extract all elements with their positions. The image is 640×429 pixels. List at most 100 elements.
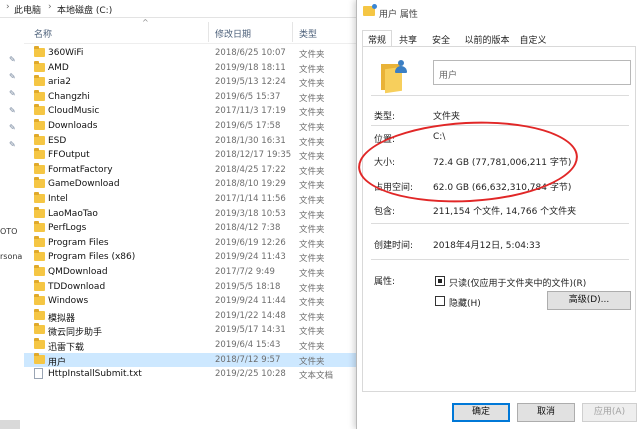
address-bar[interactable]: › 此电脑 › 本地磁盘 (C:) (0, 0, 356, 18)
tab-previous-versions[interactable]: 以前的版本 (460, 30, 514, 46)
folder-icon (34, 119, 45, 130)
folder-icon (34, 235, 45, 247)
pin-icon[interactable]: ✎ (9, 90, 17, 98)
file-type: 文件夹 (299, 327, 325, 338)
disk-size-label: 占用空间: (374, 183, 414, 193)
file-type: 文件夹 (299, 356, 325, 367)
file-date: 2019/6/5 15:37 (215, 91, 281, 102)
file-name: AMD (48, 62, 69, 73)
hidden-label: 隐藏(H) (449, 299, 481, 309)
file-row[interactable]: TDDownload 2019/5/5 18:18 文件夹 (24, 279, 356, 295)
created-value: 2018年4月12日, 5:04:33 (433, 241, 541, 251)
tab-customize[interactable]: 自定义 (515, 30, 551, 46)
nav-item-fragment[interactable]: rsona (0, 252, 22, 261)
divider (371, 223, 629, 224)
breadcrumb-this-pc[interactable]: 此电脑 (14, 3, 41, 16)
file-type: 文本文档 (299, 371, 334, 382)
pin-icon[interactable]: ✎ (9, 73, 17, 81)
divider (371, 259, 629, 260)
user-folder-icon (381, 60, 411, 94)
file-name: GameDownload (48, 179, 120, 190)
file-row[interactable]: 360WiFi 2018/6/25 10:07 文件夹 (24, 46, 356, 61)
user-folder-icon (363, 4, 377, 16)
file-type: 文件夹 (299, 93, 325, 104)
file-row[interactable]: FFOutput 2018/12/17 19:35 文件夹 (24, 148, 356, 163)
file-row[interactable]: Windows 2019/9/24 11:44 文件夹 (24, 294, 356, 309)
file-name: TDDownload (48, 281, 106, 292)
pin-icon[interactable]: ✎ (9, 124, 17, 132)
chevron-right-icon: › (6, 2, 10, 12)
file-name: Program Files (48, 237, 109, 248)
file-type: 文件夹 (299, 152, 325, 163)
file-date: 2018/8/10 19:29 (215, 179, 286, 190)
created-label: 创建时间: (374, 241, 414, 251)
file-row[interactable]: FormatFactory 2018/4/25 17:22 文件夹 (24, 162, 356, 178)
ok-button[interactable]: 确定 (452, 403, 510, 422)
nav-scrollbar[interactable] (0, 420, 20, 429)
checkbox-indeterminate-icon[interactable] (435, 276, 445, 286)
file-name: FFOutput (48, 150, 90, 161)
apply-button[interactable]: 应用(A) (582, 403, 637, 422)
breadcrumb-local-disk[interactable]: 本地磁盘 (C:) (57, 3, 112, 16)
column-name[interactable]: 名称 (34, 27, 52, 40)
folder-icon (34, 338, 45, 349)
file-row[interactable]: Program Files 2019/6/19 12:26 文件夹 (24, 235, 356, 251)
column-divider[interactable] (208, 22, 209, 42)
file-row[interactable]: CloudMusic 2017/11/3 17:19 文件夹 (24, 104, 356, 119)
file-row[interactable]: Program Files (x86) 2019/9/24 11:43 文件夹 (24, 250, 356, 265)
file-row[interactable]: HttpInstallSubmit.txt 2019/2/25 10:28 文本文档 (24, 367, 356, 382)
column-type[interactable]: 类型 (299, 27, 317, 40)
pin-icon[interactable]: ✎ (9, 56, 17, 64)
tab-security[interactable]: 安全 (427, 30, 455, 46)
file-type: 文件夹 (299, 166, 325, 177)
file-row[interactable]: 模拟器 2019/1/22 14:48 文件夹 (24, 308, 356, 324)
pin-icon[interactable]: ✎ (9, 141, 17, 149)
folder-icon (34, 250, 45, 262)
file-type: 文件夹 (299, 108, 325, 119)
column-date[interactable]: 修改日期 (215, 27, 251, 40)
file-name: 微云同步助手 (48, 328, 103, 339)
tab-sharing[interactable]: 共享 (394, 30, 422, 46)
file-type: 文件夹 (299, 123, 325, 133)
file-row[interactable]: Changzhi 2019/6/5 15:37 文件夹 (24, 89, 356, 105)
dialog-title: 用户 属性 (379, 10, 418, 20)
checkbox-icon[interactable] (435, 296, 445, 306)
folder-icon (34, 192, 45, 203)
column-divider[interactable] (292, 22, 293, 42)
file-row[interactable]: PerfLogs 2018/4/12 7:38 文件夹 (24, 221, 356, 236)
file-type: 文件夹 (299, 196, 325, 206)
file-row[interactable]: QMDownload 2017/7/2 9:49 文件夹 (24, 265, 356, 280)
file-date: 2019/2/25 10:28 (215, 369, 286, 380)
file-name: CloudMusic (48, 106, 100, 117)
folder-icon (34, 352, 45, 364)
file-row[interactable]: 微云同步助手 2019/5/17 14:31 文件夹 (24, 323, 356, 338)
file-row[interactable]: ESD 2018/1/30 16:31 文件夹 (24, 133, 356, 149)
tab-general[interactable]: 常规 (362, 30, 392, 47)
folder-icon (34, 221, 45, 233)
folder-icon (34, 323, 45, 335)
file-row[interactable]: LaoMaoTao 2019/3/18 10:53 文件夹 (24, 206, 356, 222)
file-row[interactable]: aria2 2019/5/13 12:24 文件夹 (24, 75, 356, 90)
file-type: 文件夹 (299, 210, 325, 221)
file-row[interactable]: GameDownload 2018/8/10 19:29 文件夹 (24, 177, 356, 192)
folder-icon (34, 206, 45, 218)
nav-item-fragment[interactable]: OTO (0, 227, 17, 236)
folder-icon (34, 148, 45, 160)
disk-size-value: 62.0 GB (66,632,310,784 字节) (433, 183, 572, 193)
dialog-titlebar[interactable]: 用户 属性 (357, 0, 640, 25)
advanced-button[interactable]: 高级(D)... (547, 291, 631, 310)
file-type: 文件夹 (299, 254, 325, 265)
cancel-button[interactable]: 取消 (517, 403, 575, 422)
file-row[interactable]: Intel 2017/1/14 11:56 文件夹 (24, 192, 356, 207)
folder-name-input[interactable]: 用户 (433, 60, 631, 85)
file-row[interactable]: AMD 2019/9/18 18:11 文件夹 (24, 60, 356, 76)
chevron-right-icon: › (48, 2, 52, 12)
file-name: HttpInstallSubmit.txt (48, 369, 142, 380)
file-row[interactable]: 用户 2018/7/12 9:57 文件夹 (24, 352, 356, 368)
pin-icon[interactable]: ✎ (9, 107, 17, 115)
file-name: Changzhi (48, 91, 90, 102)
folder-icon (34, 265, 45, 276)
readonly-label: 只读(仅应用于文件夹中的文件)(R) (449, 279, 587, 289)
file-row[interactable]: Downloads 2019/6/5 17:58 文件夹 (24, 119, 356, 134)
file-row[interactable]: 迅雷下载 2019/6/4 15:43 文件夹 (24, 338, 356, 353)
